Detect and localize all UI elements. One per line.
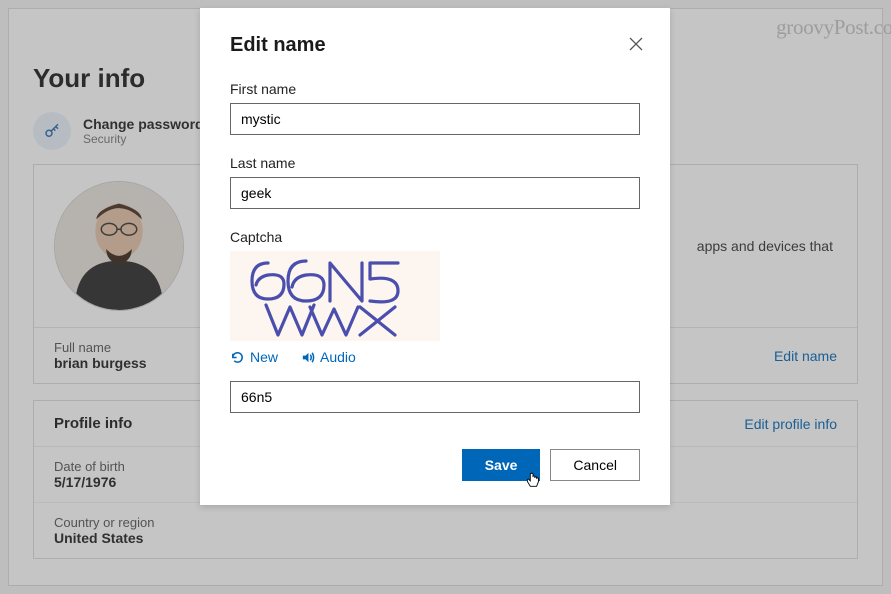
captcha-image bbox=[230, 251, 440, 341]
refresh-icon bbox=[230, 350, 245, 365]
last-name-label: Last name bbox=[230, 155, 640, 171]
first-name-label: First name bbox=[230, 81, 640, 97]
close-button[interactable] bbox=[628, 36, 644, 52]
first-name-input[interactable] bbox=[230, 103, 640, 135]
edit-name-modal: Edit name First name Last name Captcha bbox=[200, 8, 670, 505]
cursor-icon bbox=[524, 471, 542, 489]
captcha-new-link[interactable]: New bbox=[230, 349, 278, 365]
captcha-label: Captcha bbox=[230, 229, 640, 245]
audio-icon bbox=[300, 350, 315, 365]
last-name-input[interactable] bbox=[230, 177, 640, 209]
captcha-new-label: New bbox=[250, 349, 278, 365]
captcha-audio-link[interactable]: Audio bbox=[300, 349, 356, 365]
captcha-audio-label: Audio bbox=[320, 349, 356, 365]
close-icon bbox=[628, 36, 644, 52]
cancel-button[interactable]: Cancel bbox=[550, 449, 640, 481]
captcha-input[interactable] bbox=[230, 381, 640, 413]
modal-title: Edit name bbox=[230, 34, 640, 57]
